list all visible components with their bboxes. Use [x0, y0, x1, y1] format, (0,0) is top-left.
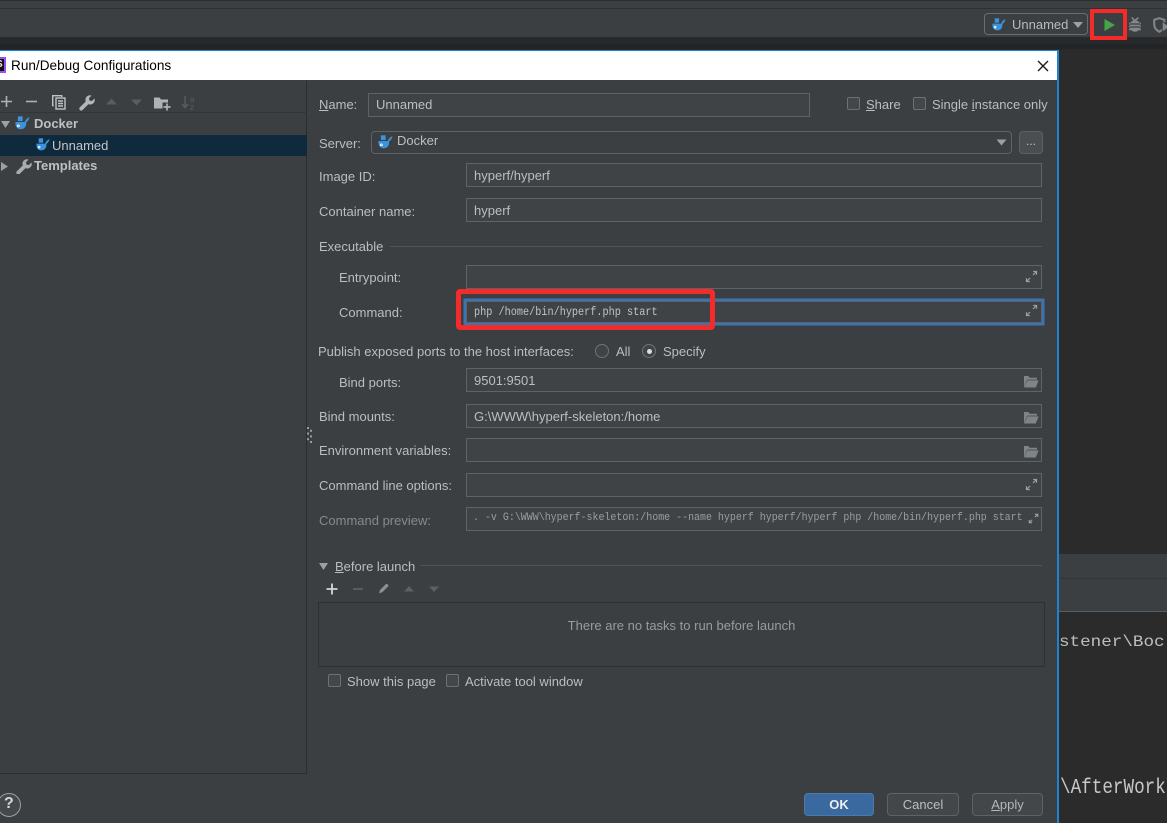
svg-text:z: z	[190, 103, 194, 111]
